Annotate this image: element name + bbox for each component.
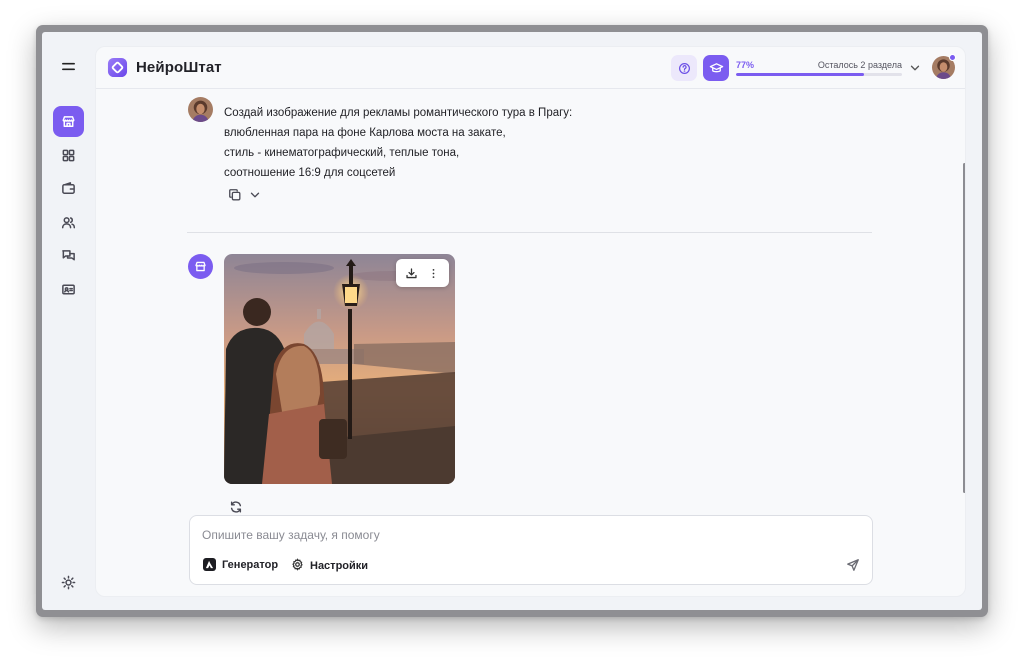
image-toolbar	[396, 259, 449, 287]
header: НейроШтат 77% Осталось 2 раздела	[96, 47, 965, 89]
user-message-line: стиль - кинематографический, теплые тона…	[224, 147, 460, 159]
user-message-line: соотношение 16:9 для соцсетей	[224, 167, 396, 179]
help-button[interactable]	[671, 55, 697, 81]
notification-dot	[949, 54, 956, 61]
generator-button[interactable]: Генератор	[203, 558, 278, 571]
generator-icon	[203, 558, 216, 571]
progress-bar	[736, 73, 902, 76]
sun-icon	[61, 575, 76, 590]
menu-icon	[62, 62, 75, 71]
menu-button[interactable]	[53, 51, 84, 82]
composer: Генератор Настройки	[189, 515, 873, 585]
chat-scrollbar[interactable]	[963, 163, 965, 493]
send-button[interactable]	[846, 558, 860, 572]
learning-button[interactable]	[703, 55, 729, 81]
brand-logo-icon	[107, 57, 128, 78]
progress-remaining: Осталось 2 раздела	[817, 60, 902, 70]
help-icon	[678, 62, 690, 74]
app-window: НейроШтат 77% Осталось 2 раздела Создай …	[42, 32, 982, 610]
gear-icon	[291, 558, 304, 574]
id-card-icon	[62, 284, 75, 295]
copy-icon[interactable]	[228, 188, 242, 202]
store-icon	[195, 261, 206, 272]
regenerate-button[interactable]	[229, 500, 243, 514]
grid-icon	[62, 149, 75, 162]
settings-label: Настройки	[310, 560, 369, 572]
chat-icon	[62, 250, 75, 261]
send-icon	[847, 559, 859, 571]
main-panel: НейроШтат 77% Осталось 2 раздела Создай …	[95, 46, 966, 597]
user-message: Создай изображение для рекламы романтиче…	[224, 103, 572, 183]
download-icon[interactable]	[405, 267, 418, 280]
sidebar-item-store[interactable]	[53, 106, 84, 137]
sidebar-item-wallet[interactable]	[53, 173, 84, 204]
sidebar-item-users[interactable]	[53, 207, 84, 238]
store-icon	[62, 116, 75, 127]
assistant-avatar	[188, 254, 213, 279]
user-message-line: влюбленная пара на фоне Карлова моста на…	[224, 127, 506, 139]
message-user-avatar	[188, 97, 213, 122]
wallet-icon	[62, 182, 75, 194]
user-message-line: Создай изображение для рекламы романтиче…	[224, 107, 573, 119]
users-icon	[61, 217, 76, 229]
more-vertical-icon[interactable]	[427, 267, 440, 280]
theme-toggle[interactable]	[53, 567, 84, 598]
chevron-down-icon[interactable]	[908, 61, 922, 75]
message-tools	[228, 188, 262, 202]
progress-bar-fill	[736, 73, 864, 76]
refresh-icon	[230, 501, 242, 513]
sidebar-item-dashboard[interactable]	[53, 140, 84, 171]
message-divider	[187, 232, 872, 233]
generator-label: Генератор	[222, 558, 279, 571]
progress-percent: 77%	[736, 60, 755, 70]
sidebar-item-chats[interactable]	[53, 240, 84, 271]
task-input[interactable]	[202, 526, 802, 544]
generated-image[interactable]	[224, 254, 455, 484]
graduation-cap-icon	[709, 62, 723, 72]
sidebar-item-profile[interactable]	[53, 274, 84, 305]
sidebar	[42, 32, 95, 610]
chevron-down-icon[interactable]	[248, 188, 262, 202]
brand-name: НейроШтат	[136, 59, 222, 76]
settings-button[interactable]: Настройки	[291, 558, 368, 574]
